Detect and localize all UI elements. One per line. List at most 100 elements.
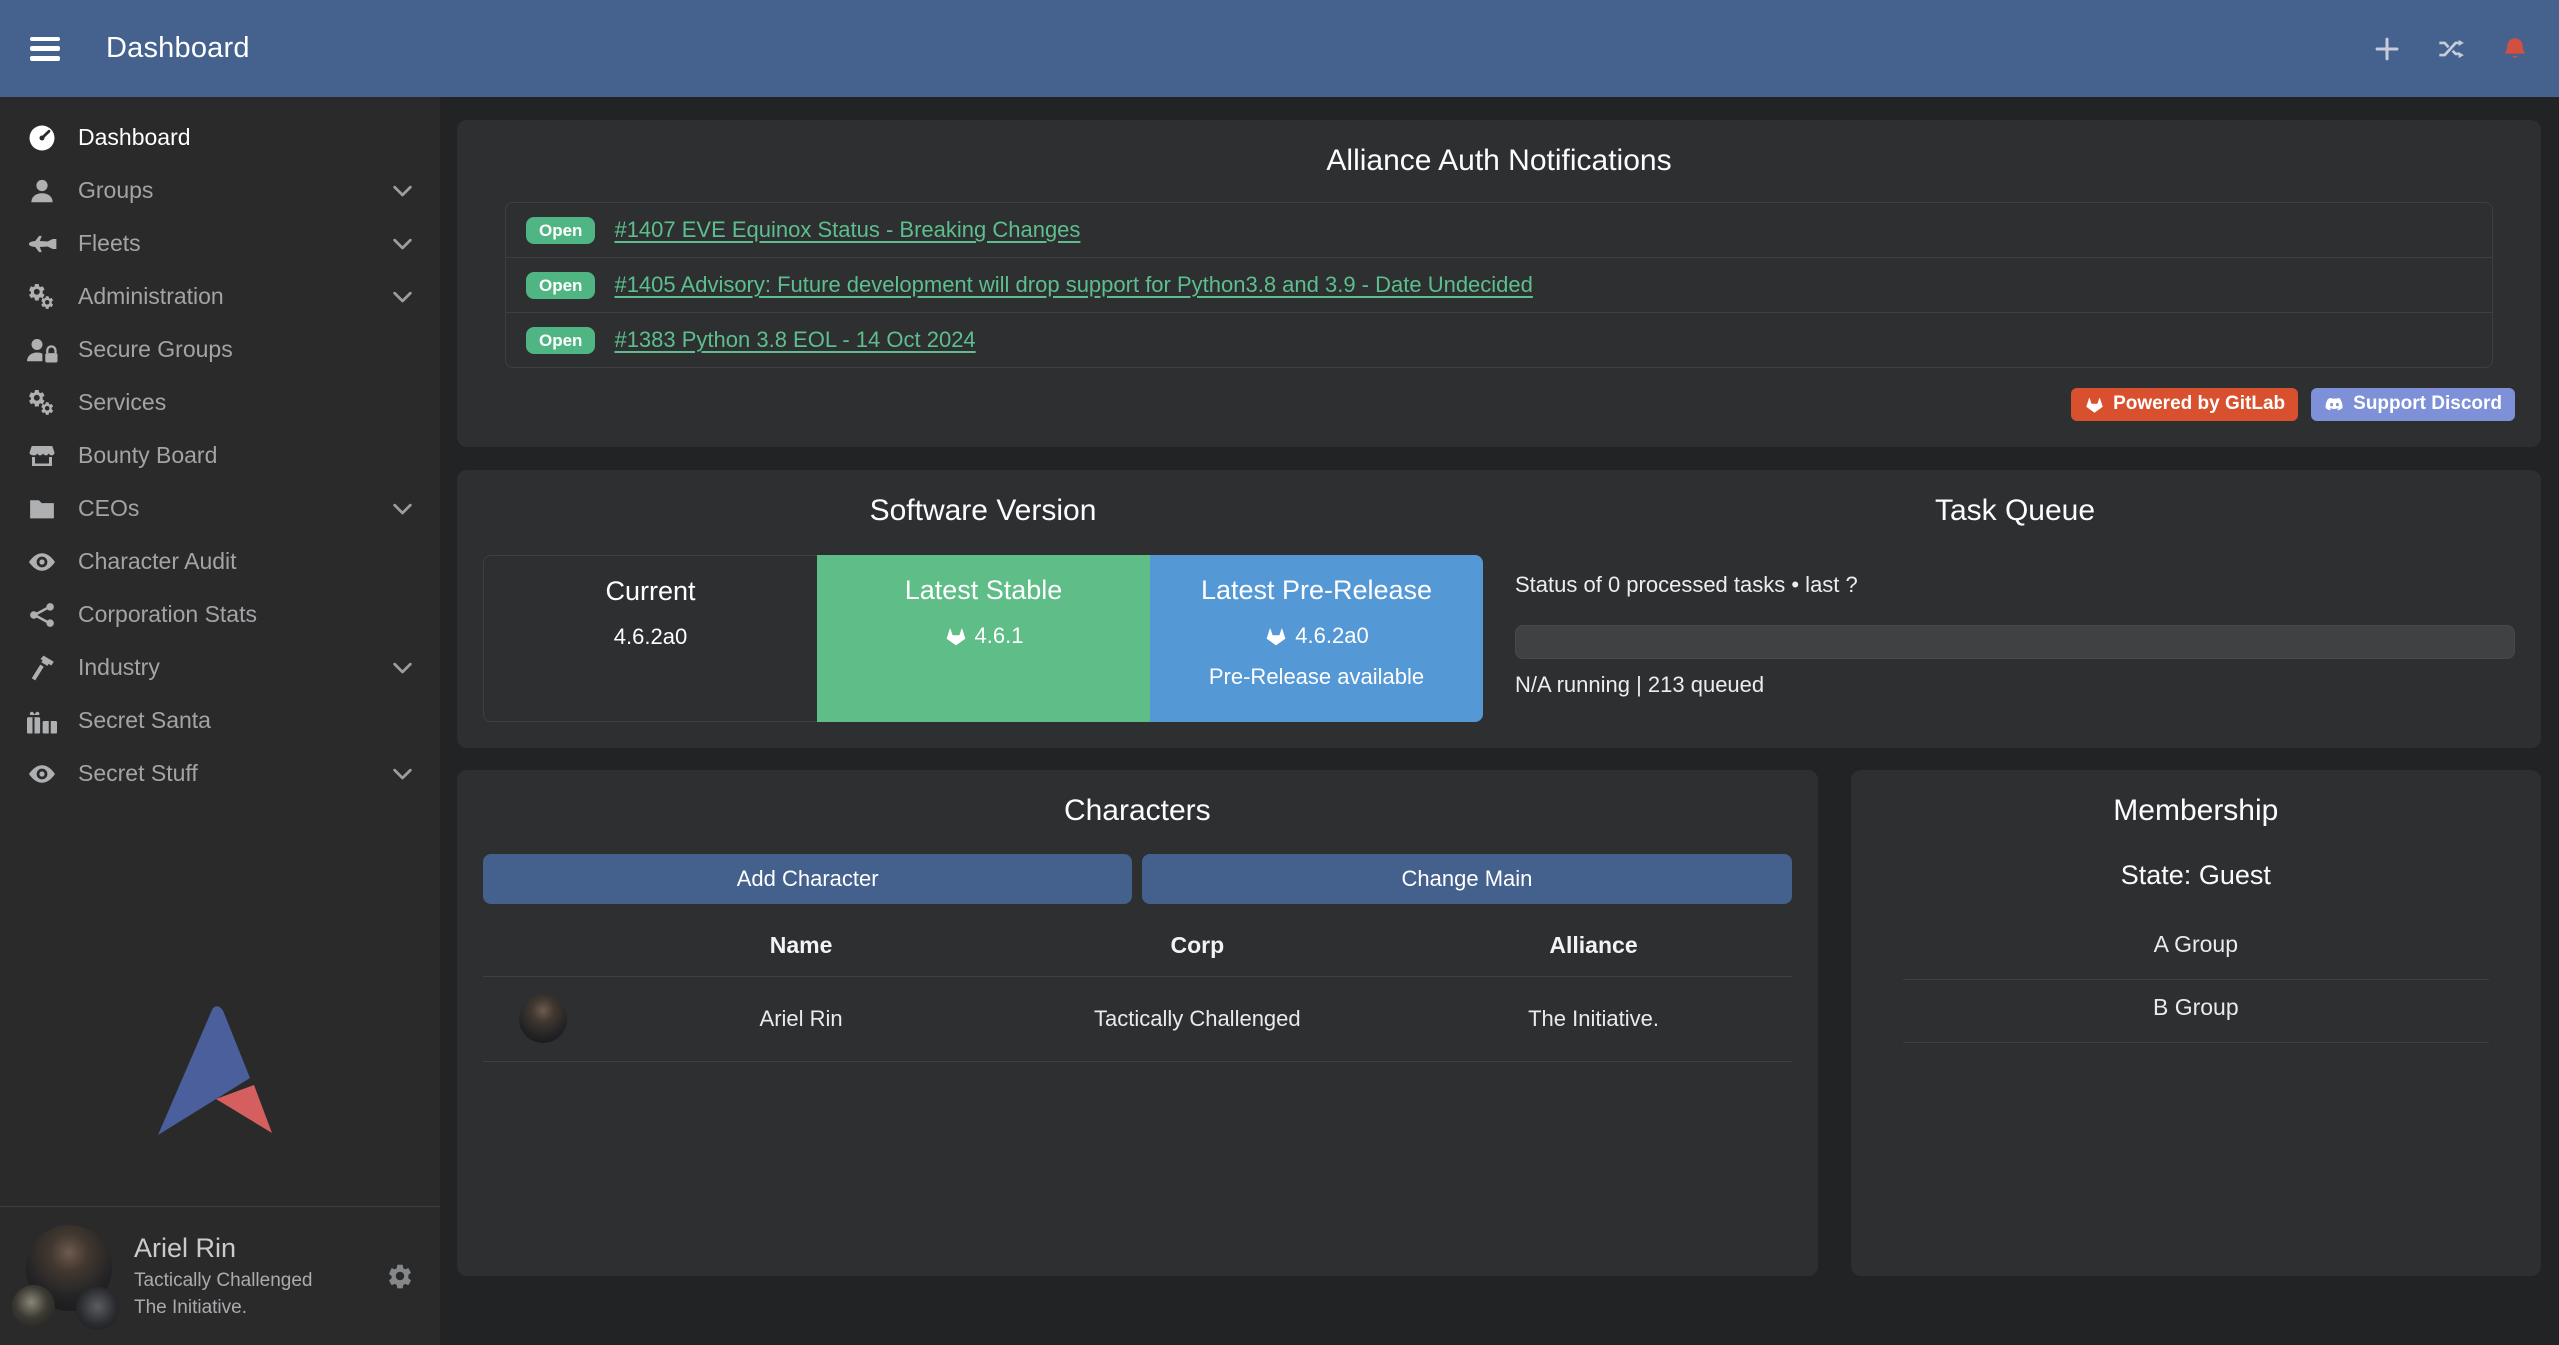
column-header-name: Name [603,932,999,959]
bell-icon[interactable] [2501,35,2529,63]
gears-icon [25,388,59,418]
sidebar-item-corporation-stats[interactable]: Corporation Stats [0,588,440,641]
bottom-row: Characters Add Character Change Main Nam… [457,770,2541,1276]
user-avatar [24,1223,116,1329]
status-badge: Open [526,327,595,354]
column-header-corp: Corp [999,932,1395,959]
gitlab-icon [1264,624,1288,648]
user-panel: Ariel Rin Tactically Challenged The Init… [0,1206,440,1345]
gitlab-icon [2084,394,2105,415]
alliance-auth-dashboard: Dashboard Dashboard Groups Fleets [0,0,2559,1345]
software-version-widget: Software Version Current 4.6.2a0 Latest … [483,494,1483,724]
sidebar-item-bounty-board[interactable]: Bounty Board [0,429,440,482]
page-title: Dashboard [106,32,250,65]
version-taskqueue-panel: Software Version Current 4.6.2a0 Latest … [457,470,2541,748]
characters-title: Characters [483,794,1792,828]
sidebar-item-groups[interactable]: Groups [0,164,440,217]
notification-link[interactable]: #1383 Python 3.8 EOL - 14 Oct 2024 [614,327,975,353]
user-lock-icon [25,335,59,365]
notifications-panel: Alliance Auth Notifications Open #1407 E… [457,120,2541,447]
character-row-portrait [519,995,567,1043]
notification-link[interactable]: #1405 Advisory: Future development will … [614,272,1532,298]
notification-link[interactable]: #1407 EVE Equinox Status - Breaking Chan… [614,217,1080,243]
gitlab-icon [944,624,968,648]
eye-icon [25,759,59,789]
change-main-button[interactable]: Change Main [1142,854,1791,904]
support-discord-badge[interactable]: Support Discord [2311,388,2515,421]
hammer-icon [25,653,59,683]
sidebar-item-services[interactable]: Services [0,376,440,429]
user-icon [25,176,59,206]
folder-icon [25,494,59,524]
characters-panel: Characters Add Character Change Main Nam… [457,770,1818,1276]
notification-item: Open #1383 Python 3.8 EOL - 14 Oct 2024 [506,313,2492,367]
chevron-down-icon [389,283,416,310]
task-queue-progressbar [1515,625,2515,659]
user-meta: Ariel Rin Tactically Challenged The Init… [134,1232,313,1319]
navbar-actions [2373,35,2529,63]
gauge-icon [25,123,59,153]
notification-item: Open #1405 Advisory: Future development … [506,258,2492,313]
notifications-footer: Powered by GitLab Support Discord [483,388,2515,421]
sidebar-item-ceos[interactable]: CEOs [0,482,440,535]
cell-name: Ariel Rin [603,1006,999,1032]
user-alliance: The Initiative. [134,1296,313,1320]
hamburger-menu-icon[interactable] [30,37,60,61]
store-icon [25,441,59,471]
task-queue-title: Task Queue [1515,494,2515,528]
table-header-row: Name Corp Alliance [483,914,1792,977]
top-navbar: Dashboard [0,0,2559,97]
alliance-auth-logo [150,1005,282,1145]
gears-icon [25,282,59,312]
powered-by-gitlab-badge[interactable]: Powered by GitLab [2071,388,2298,421]
chevron-down-icon [389,654,416,681]
user-corp: Tactically Challenged [134,1269,313,1293]
membership-state: State: Guest [1877,860,2515,891]
sidebar-item-fleets[interactable]: Fleets [0,217,440,270]
sidebar-item-dashboard[interactable]: Dashboard [0,111,440,164]
characters-actions: Add Character Change Main [483,854,1792,904]
version-boxes: Current 4.6.2a0 Latest Stable 4.6.1 Late… [483,555,1483,722]
sidebar-item-industry[interactable]: Industry [0,641,440,694]
main-content: Alliance Auth Notifications Open #1407 E… [440,97,2559,1345]
task-queue-summary: N/A running | 213 queued [1515,672,2515,698]
fighter-jet-icon [25,229,59,259]
software-version-title: Software Version [483,494,1483,528]
alliance-logo [76,1287,119,1330]
notification-item: Open #1407 EVE Equinox Status - Breaking… [506,203,2492,258]
task-queue-widget: Task Queue Status of 0 processed tasks •… [1515,494,2515,724]
chevron-down-icon [389,760,416,787]
sidebar: Dashboard Groups Fleets Administration S… [0,97,440,1345]
status-badge: Open [526,272,595,299]
column-header-alliance: Alliance [1395,932,1791,959]
sidebar-item-administration[interactable]: Administration [0,270,440,323]
eye-icon [25,547,59,577]
chevron-down-icon [389,495,416,522]
sidebar-menu: Dashboard Groups Fleets Administration S… [0,97,440,800]
membership-title: Membership [1877,794,2515,828]
chevron-down-icon [389,230,416,257]
discord-icon [2324,394,2345,415]
task-queue-status: Status of 0 processed tasks • last ? [1515,572,2515,598]
gifts-icon [25,706,59,736]
version-current-box: Current 4.6.2a0 [483,555,817,722]
table-row: Ariel Rin Tactically Challenged The Init… [483,977,1792,1062]
sidebar-item-secret-stuff[interactable]: Secret Stuff [0,747,440,800]
status-badge: Open [526,217,595,244]
plus-icon[interactable] [2373,35,2401,63]
user-name: Ariel Rin [134,1232,313,1266]
sidebar-item-secure-groups[interactable]: Secure Groups [0,323,440,376]
characters-table: Name Corp Alliance Ariel Rin Tactically … [483,914,1792,1062]
settings-gear-icon[interactable] [386,1262,414,1290]
add-character-button[interactable]: Add Character [483,854,1132,904]
shuffle-icon[interactable] [2437,35,2465,63]
notifications-list: Open #1407 EVE Equinox Status - Breaking… [505,202,2493,368]
share-nodes-icon [25,600,59,630]
sidebar-item-secret-santa[interactable]: Secret Santa [0,694,440,747]
group-item: A Group [1903,917,2489,980]
membership-panel: Membership State: Guest A Group B Group [1851,770,2541,1276]
group-item: B Group [1903,980,2489,1043]
membership-groups: A Group B Group [1903,917,2489,1043]
notifications-title: Alliance Auth Notifications [483,144,2515,178]
sidebar-item-character-audit[interactable]: Character Audit [0,535,440,588]
